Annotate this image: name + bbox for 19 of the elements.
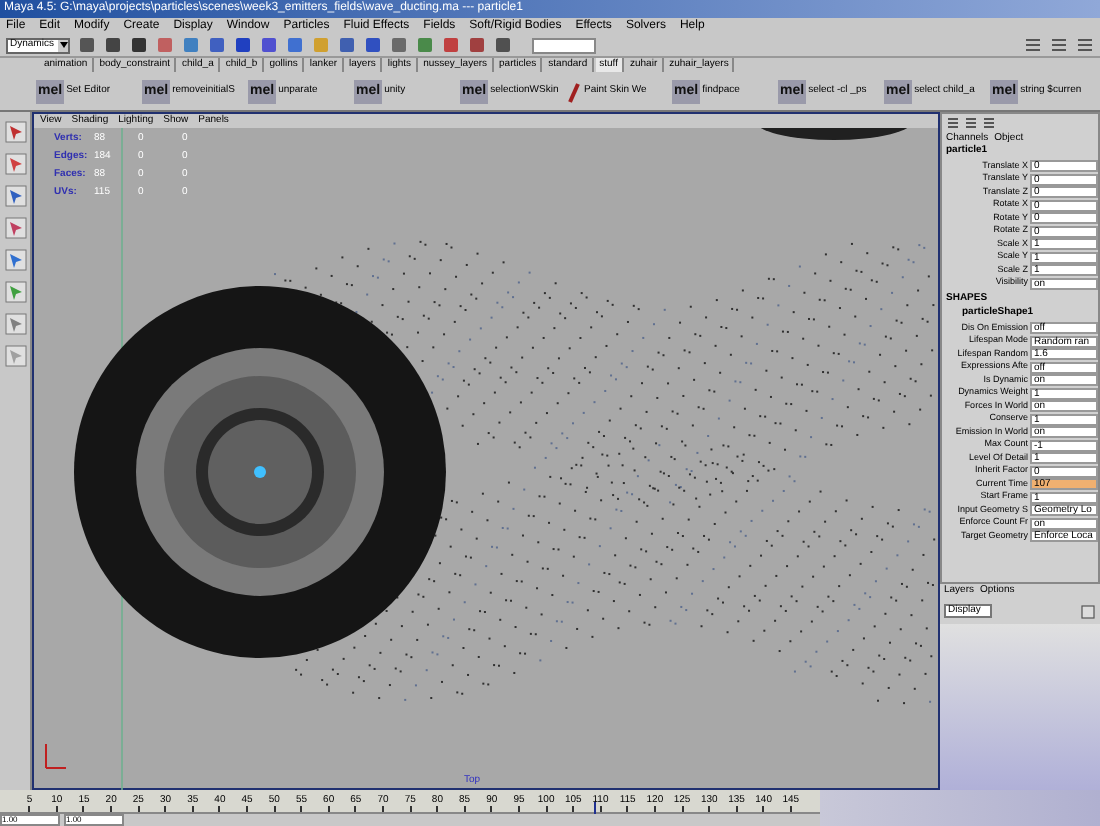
new-layer-icon[interactable]: [1080, 603, 1096, 620]
panel-layout-icon[interactable]: [1076, 36, 1094, 55]
tool-icon[interactable]: [3, 119, 27, 144]
tool-icon[interactable]: [3, 151, 27, 176]
tool-icon[interactable]: [3, 279, 27, 304]
panel-layout-icon[interactable]: [1050, 36, 1068, 55]
panel-layout-icon[interactable]: [964, 115, 978, 130]
panel-layout-icon[interactable]: [982, 115, 996, 130]
tool-icon[interactable]: [3, 183, 27, 208]
input-field[interactable]: [532, 37, 596, 54]
current-time-marker[interactable]: [594, 802, 597, 815]
tool-icon[interactable]: [3, 247, 27, 272]
tool-icon[interactable]: [3, 215, 27, 240]
brush-icon[interactable]: [566, 79, 582, 104]
panel-layout-icon[interactable]: [946, 115, 960, 130]
panel-layout-icon[interactable]: [1024, 36, 1042, 55]
caret-icon: [58, 39, 68, 52]
tool-icon[interactable]: [3, 343, 27, 368]
tool-icon[interactable]: [3, 311, 27, 336]
